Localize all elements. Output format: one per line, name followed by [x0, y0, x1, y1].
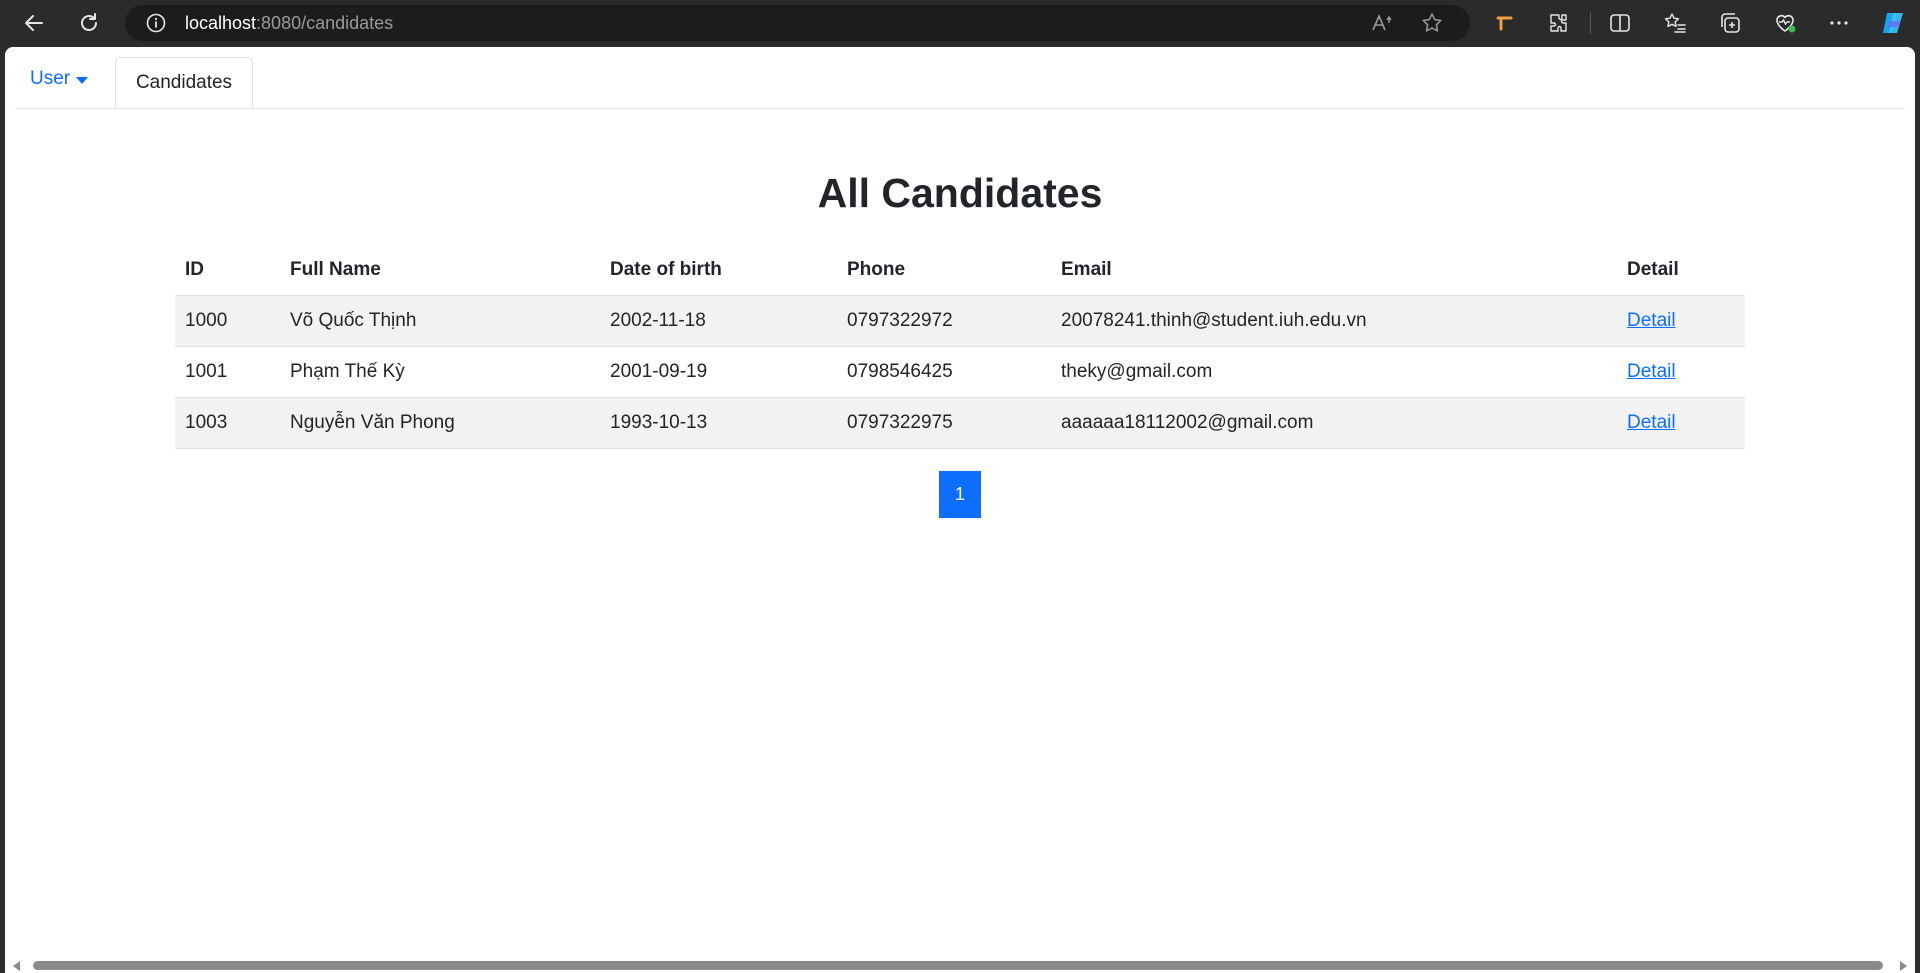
horizontal-scrollbar[interactable]	[5, 956, 1915, 973]
cell-email: aaaaaa18112002@gmail.com	[1051, 397, 1617, 449]
orange-extension-icon[interactable]	[1488, 6, 1522, 40]
cell-phone: 0797322975	[837, 397, 1051, 449]
cell-dob: 1993-10-13	[600, 397, 837, 449]
browser-essentials-heart-icon[interactable]	[1768, 6, 1802, 40]
extensions-puzzle-icon[interactable]	[1541, 6, 1575, 40]
table-row: 1001 Phạm Thế Kỳ 2001-09-19 0798546425 t…	[175, 346, 1745, 398]
cell-full-name: Nguyễn Văn Phong	[280, 397, 600, 449]
toolbar-separator	[1590, 12, 1591, 34]
address-bar[interactable]: localhost:8080/candidates	[125, 5, 1470, 41]
page-viewport: User Candidates All Candidates ID Full N…	[5, 47, 1915, 973]
copilot-icon[interactable]	[1876, 6, 1910, 40]
browser-toolbar: localhost:8080/candidates	[0, 0, 1920, 45]
cell-id: 1000	[175, 295, 280, 347]
nav-tabs: User Candidates	[15, 47, 1905, 109]
cell-id: 1001	[175, 346, 280, 398]
page-title: All Candidates	[817, 170, 1103, 216]
cell-phone: 0798546425	[837, 346, 1051, 398]
url-text[interactable]: localhost:8080/candidates	[185, 5, 393, 41]
column-header-dob: Date of birth	[600, 245, 837, 296]
user-dropdown-label: User	[30, 68, 71, 89]
back-arrow-icon[interactable]	[17, 6, 51, 40]
cell-dob: 2001-09-19	[600, 346, 837, 398]
column-header-email: Email	[1051, 245, 1617, 296]
scroll-left-arrow-icon[interactable]	[13, 961, 20, 971]
column-header-detail: Detail	[1617, 245, 1745, 296]
detail-link[interactable]: Detail	[1627, 310, 1676, 331]
column-header-full-name: Full Name	[280, 245, 600, 296]
cell-detail: Detail	[1617, 295, 1745, 347]
favorites-list-icon[interactable]	[1658, 6, 1692, 40]
detail-link[interactable]: Detail	[1627, 361, 1676, 382]
favorite-star-icon[interactable]	[1420, 11, 1444, 40]
cell-phone: 0797322972	[837, 295, 1051, 347]
scroll-right-arrow-icon[interactable]	[1900, 961, 1907, 971]
collections-icon[interactable]	[1713, 6, 1747, 40]
cell-detail: Detail	[1617, 397, 1745, 449]
cell-dob: 2002-11-18	[600, 295, 837, 347]
refresh-icon[interactable]	[72, 6, 106, 40]
table-row: 1000 Võ Quốc Thịnh 2002-11-18 0797322972…	[175, 295, 1745, 347]
site-info-icon[interactable]	[145, 12, 167, 34]
cell-full-name: Võ Quốc Thịnh	[280, 295, 600, 347]
split-screen-icon[interactable]	[1603, 6, 1637, 40]
detail-link[interactable]: Detail	[1627, 412, 1676, 433]
column-header-phone: Phone	[837, 245, 1051, 296]
tab-candidates[interactable]: Candidates	[115, 57, 253, 108]
column-header-id: ID	[175, 245, 280, 296]
pagination-page-button[interactable]: 1	[939, 471, 981, 518]
url-path: :8080/candidates	[256, 13, 394, 33]
url-host: localhost	[185, 13, 257, 33]
caret-down-icon	[76, 76, 89, 84]
more-options-icon[interactable]	[1822, 6, 1856, 40]
candidates-table: ID Full Name Date of birth Phone Email D…	[175, 245, 1745, 449]
read-aloud-icon[interactable]	[1370, 11, 1394, 40]
cell-email: 20078241.thinh@student.iuh.edu.vn	[1051, 295, 1617, 347]
user-dropdown[interactable]: User	[30, 68, 89, 90]
table-row: 1003 Nguyễn Văn Phong 1993-10-13 0797322…	[175, 397, 1745, 449]
cell-detail: Detail	[1617, 346, 1745, 398]
scrollbar-thumb[interactable]	[33, 961, 1883, 970]
cell-id: 1003	[175, 397, 280, 449]
table-header-row: ID Full Name Date of birth Phone Email D…	[175, 245, 1745, 296]
cell-email: theky@gmail.com	[1051, 346, 1617, 398]
cell-full-name: Phạm Thế Kỳ	[280, 346, 600, 398]
